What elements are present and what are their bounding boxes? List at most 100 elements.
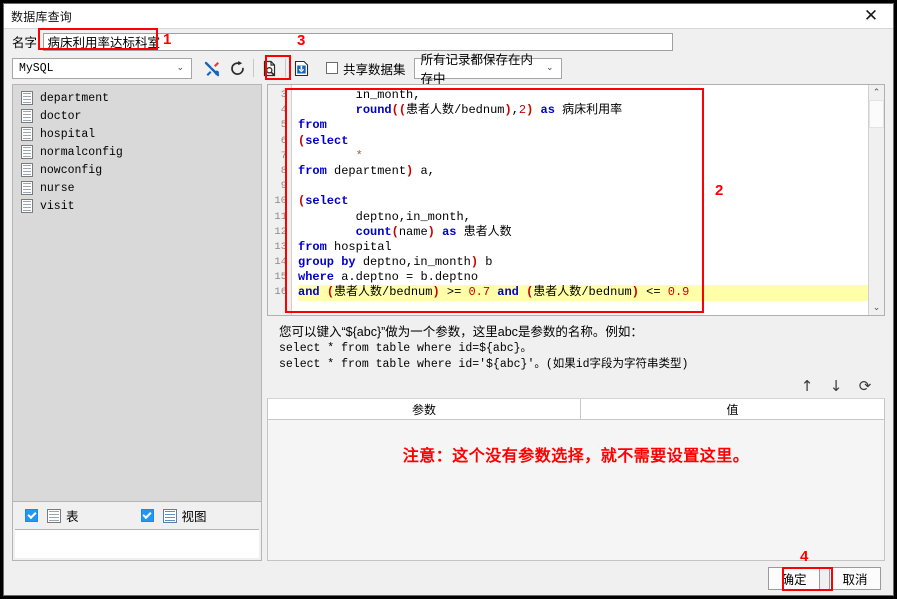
sql-line: from hospital <box>298 239 392 254</box>
close-icon[interactable]: ✕ <box>849 4 893 28</box>
filter-tables-checkbox[interactable] <box>25 509 38 522</box>
line-number: 9 <box>280 180 287 193</box>
table-icon <box>21 145 33 159</box>
line-number: 13 <box>274 240 287 253</box>
sql-line: round((患者人数/bednum),2) as 病床利用率 <box>355 103 623 118</box>
toolbar-separator-2 <box>285 59 286 77</box>
sql-line: and (患者人数/bednum) >= 0.7 and (患者人数/bednu… <box>298 285 868 301</box>
line-number-gutter: 3 4 5 6 7 8 9 10 11 12 13 14 15 16 <box>268 85 292 315</box>
tree-item[interactable]: nurse <box>17 179 261 197</box>
database-type-select[interactable]: MySQL ⌄ <box>12 57 192 79</box>
share-dataset-label[interactable]: 共享数据集 <box>343 59 406 78</box>
tree-item[interactable]: hospital <box>17 125 261 143</box>
storage-mode-select[interactable]: 所有记录都保存在内存中 ⌄ <box>413 53 562 86</box>
refresh-params-icon[interactable]: ⟳ <box>857 377 873 395</box>
tree-item-label: department <box>40 91 110 105</box>
sql-line: deptno,in_month, <box>355 209 471 224</box>
scroll-down-icon[interactable]: ⌄ <box>869 300 884 315</box>
sql-line <box>298 179 868 194</box>
move-up-icon[interactable]: ↑ <box>799 377 815 395</box>
filter-tables-label[interactable]: 表 <box>66 506 79 525</box>
table-icon <box>21 91 33 105</box>
preview-query-icon[interactable] <box>257 57 282 80</box>
sql-line: (select <box>298 133 349 148</box>
tree-item-label: hospital <box>40 127 96 141</box>
window-title: 数据库查询 <box>11 9 73 24</box>
parameter-hint: 您可以键入“${abc}”做为一个参数，这里abc是参数的名称。例如： sele… <box>267 316 885 373</box>
sql-line: from department) a, <box>298 163 435 178</box>
line-number: 16 <box>274 286 287 299</box>
table-icon <box>21 199 33 213</box>
tree-item-label: visit <box>40 199 75 213</box>
tree-item-label: normalconfig <box>40 145 123 159</box>
table-icon <box>21 127 33 141</box>
tree-item[interactable]: doctor <box>17 107 261 125</box>
chevron-down-icon: ⌄ <box>545 63 554 73</box>
line-number: 7 <box>280 149 287 162</box>
tools-wrench-icon[interactable] <box>200 57 225 80</box>
view-icon <box>162 508 177 523</box>
line-number: 14 <box>274 256 287 269</box>
tree-item-label: nowconfig <box>40 163 103 177</box>
ok-button[interactable]: 确定 <box>768 566 820 590</box>
toolbar-separator-1 <box>253 59 254 77</box>
table-icon <box>21 181 33 195</box>
table-icon <box>47 508 61 523</box>
dialog-body: department doctor hospital normalconfig nowc… <box>4 82 893 561</box>
cancel-button[interactable]: 取消 <box>829 566 881 590</box>
tree-item-label: nurse <box>40 181 75 195</box>
sql-line: where a.deptno = b.deptno <box>298 270 479 285</box>
column-header-param[interactable]: 参数 <box>268 399 581 419</box>
tree-status-area <box>15 529 259 558</box>
scroll-up-icon[interactable]: ⌃ <box>869 85 884 100</box>
query-editor-panel: 3 4 5 6 7 8 9 10 11 12 13 14 15 16 in_month, round((患… <box>267 84 885 561</box>
title-bar: 数据库查询 ✕ <box>4 4 893 29</box>
scrollbar-thumb[interactable] <box>869 100 884 128</box>
line-number: 3 <box>280 89 287 101</box>
parameter-table: 参数 值 注意：这个没有参数选择，就不需要设置这里。 <box>267 398 885 561</box>
database-type-value: MySQL <box>19 61 54 75</box>
filter-views-label[interactable]: 视图 <box>182 506 207 525</box>
sql-line: * <box>355 148 363 163</box>
line-number: 8 <box>280 164 287 177</box>
table-icon <box>21 163 33 177</box>
dialog-footer: 确定 取消 <box>4 561 893 595</box>
tree-item[interactable]: visit <box>17 197 261 215</box>
table-icon <box>21 109 33 123</box>
database-query-dialog: 数据库查询 ✕ 名字: MySQL ⌄ <box>3 3 894 596</box>
column-header-value[interactable]: 值 <box>581 399 884 419</box>
line-number: 4 <box>280 104 287 117</box>
tree-item-label: doctor <box>40 109 82 123</box>
storage-mode-value: 所有记录都保存在内存中 <box>420 53 534 86</box>
parameter-toolbar: ↑ ↓ ⟳ <box>267 373 885 398</box>
filter-views-checkbox[interactable] <box>140 509 154 522</box>
query-name-input[interactable] <box>43 32 674 51</box>
table-tree[interactable]: department doctor hospital normalconfig nowc… <box>13 85 261 501</box>
editor-vertical-scrollbar[interactable]: ⌃ ⌄ <box>868 85 884 315</box>
chevron-down-icon: ⌄ <box>176 63 184 73</box>
line-number: 10 <box>274 195 287 208</box>
sql-code-area[interactable]: in_month, round((患者人数/bednum),2) as 病床利用… <box>292 85 868 315</box>
hint-line-1: 您可以键入“${abc}”做为一个参数，这里abc是参数的名称。例如： <box>279 325 643 339</box>
sql-editor[interactable]: 3 4 5 6 7 8 9 10 11 12 13 14 15 16 in_month, round((患… <box>267 84 885 316</box>
line-number: 6 <box>280 134 287 147</box>
tree-item[interactable]: department <box>17 89 261 107</box>
toolbar: MySQL ⌄ 共享数据集 所有记录都保存在内存中 ⌄ <box>4 53 893 86</box>
tree-item[interactable]: nowconfig <box>17 161 261 179</box>
sql-line: group by deptno,in_month) b <box>298 255 493 270</box>
line-number: 12 <box>274 225 287 238</box>
move-down-icon[interactable]: ↓ <box>828 377 844 395</box>
share-dataset-checkbox[interactable] <box>326 62 338 74</box>
name-label: 名字: <box>12 36 41 50</box>
sql-line: from <box>298 118 327 133</box>
line-number: 11 <box>274 210 287 223</box>
warning-note: 注意：这个没有参数选择，就不需要设置这里。 <box>402 448 750 465</box>
tree-item[interactable]: normalconfig <box>17 143 261 161</box>
line-number: 15 <box>274 271 287 284</box>
tree-filter-footer: 表 视图 <box>13 501 261 529</box>
sql-line: in_month, <box>355 88 421 102</box>
sql-line: (select <box>298 194 349 209</box>
refresh-icon[interactable] <box>225 57 250 80</box>
save-dataset-icon[interactable] <box>289 57 314 80</box>
parameter-table-body[interactable]: 注意：这个没有参数选择，就不需要设置这里。 <box>268 420 884 560</box>
